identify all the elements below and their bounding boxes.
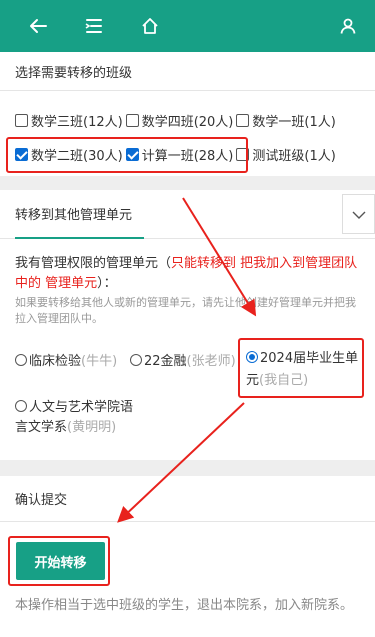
- annotation-arrows: [117, 197, 257, 523]
- arrow-to-start-button: [117, 402, 245, 523]
- arrow-to-target-unit: [182, 197, 257, 317]
